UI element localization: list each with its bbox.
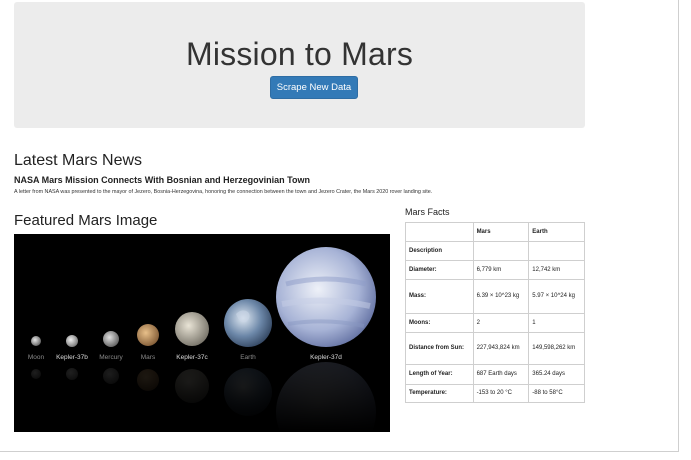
table-cell-earth: 1 xyxy=(528,313,585,333)
kepler-37d-planet xyxy=(276,247,376,347)
table-cell-mars: 6,779 km xyxy=(472,260,530,280)
news-title: NASA Mars Mission Connects With Bosnian … xyxy=(14,175,310,185)
news-section-heading: Latest Mars News xyxy=(14,152,143,169)
planet-label-kepler-37b: Kepler-37b xyxy=(56,354,88,361)
planet-label-mars: Mars xyxy=(141,354,156,361)
table-row: Description xyxy=(405,241,585,261)
table-cell-mars: 687 Earth days xyxy=(472,364,530,385)
featured-mars-image: Moon Kepler-37b Mercury Mars Kepler-37c … xyxy=(14,234,390,432)
planet-label-earth: Earth xyxy=(240,354,256,361)
table-row-label: Distance from Sun: xyxy=(405,332,474,365)
table-row: Length of Year: 687 Earth days 365.24 da… xyxy=(405,364,585,385)
table-row: Distance from Sun: 227,943,824 km 149,59… xyxy=(405,332,585,365)
mercury-planet xyxy=(103,331,119,347)
table-row-label: Temperature: xyxy=(405,384,474,403)
planet-label-mercury: Mercury xyxy=(99,354,123,361)
planet-label-kepler-37c: Kepler-37c xyxy=(176,354,208,361)
featured-image-heading: Featured Mars Image xyxy=(14,212,158,229)
planet-label-kepler-37d: Kepler-37d xyxy=(310,354,342,361)
moon-planet xyxy=(31,336,41,346)
table-row-label: Diameter: xyxy=(405,260,474,280)
frame-border xyxy=(0,451,679,452)
planet-label-moon: Moon xyxy=(28,354,45,361)
table-row-label: Moons: xyxy=(405,313,474,333)
table-row-label: Mass: xyxy=(405,279,474,314)
table-cell-earth: 12,742 km xyxy=(528,260,585,280)
planet-lineup-image: Moon Kepler-37b Mercury Mars Kepler-37c … xyxy=(14,234,390,432)
table-header-cell xyxy=(405,222,474,242)
table-cell-mars: 6.39 × 10^23 kg xyxy=(472,279,530,314)
mars-facts-table: Mars Earth Description Diameter: 6,779 k… xyxy=(405,222,585,403)
table-cell-earth: -88 to 58°C xyxy=(528,384,585,403)
mars-facts-heading: Mars Facts xyxy=(405,207,450,217)
table-cell-earth: 149,598,262 km xyxy=(528,332,585,365)
page-title: Mission to Mars xyxy=(185,36,414,72)
table-header-row: Mars Earth xyxy=(405,222,585,242)
news-paragraph: A letter from NASA was presented to the … xyxy=(14,189,433,195)
table-cell-mars: 2 xyxy=(472,313,530,333)
jumbotron-header: Mission to Mars Scrape New Data xyxy=(14,2,585,128)
table-row: Moons: 2 1 xyxy=(405,313,585,333)
kepler-37c-planet xyxy=(175,312,209,346)
table-cell-earth: 365.24 days xyxy=(528,364,585,385)
table-header-cell: Earth xyxy=(528,222,585,242)
table-cell-mars xyxy=(472,241,530,261)
page-frame: Mission to Mars Scrape New Data Latest M… xyxy=(0,0,691,460)
table-row-label: Length of Year: xyxy=(405,364,474,385)
frame-border xyxy=(678,0,679,452)
table-row: Diameter: 6,779 km 12,742 km xyxy=(405,260,585,280)
mars-planet xyxy=(137,324,159,346)
table-cell-mars: 227,943,824 km xyxy=(472,332,530,365)
table-cell-earth: 5.97 × 10^24 kg xyxy=(528,279,585,314)
table-cell-earth xyxy=(528,241,585,261)
table-row-label: Description xyxy=(405,241,474,261)
table-row: Mass: 6.39 × 10^23 kg 5.97 × 10^24 kg xyxy=(405,279,585,314)
scrape-new-data-button[interactable]: Scrape New Data xyxy=(270,76,358,99)
table-cell-mars: -153 to 20 °C xyxy=(472,384,530,403)
earth-planet xyxy=(224,299,272,347)
table-row: Temperature: -153 to 20 °C -88 to 58°C xyxy=(405,384,585,403)
table-header-cell: Mars xyxy=(472,222,530,242)
kepler-37b-planet xyxy=(66,335,78,347)
